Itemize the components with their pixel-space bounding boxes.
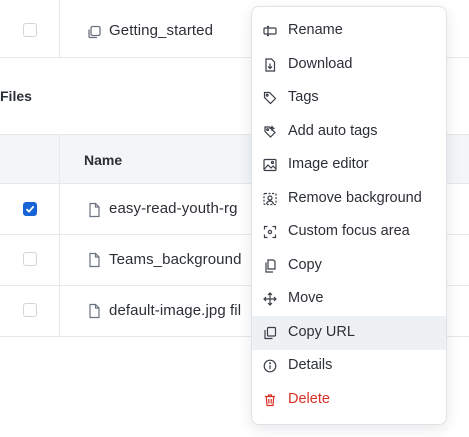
menu-item-image-editor[interactable]: Image editor <box>252 148 446 182</box>
menu-item-label: Rename <box>288 22 343 38</box>
file-icon <box>86 202 102 218</box>
file-icon <box>86 252 102 268</box>
download-icon <box>263 58 277 72</box>
trash-icon <box>263 393 277 407</box>
row-checkbox-checked[interactable] <box>23 202 37 216</box>
menu-item-label: Copy URL <box>288 324 355 340</box>
menu-item-label: Tags <box>288 89 319 105</box>
menu-item-add-auto-tags[interactable]: Add auto tags <box>252 115 446 149</box>
menu-item-copy-url[interactable]: Copy URL <box>252 316 446 350</box>
row-check-cell <box>0 235 60 285</box>
menu-item-move[interactable]: Move <box>252 282 446 316</box>
header-check-cell <box>0 135 60 185</box>
row-check-cell <box>0 286 60 336</box>
menu-item-download[interactable]: Download <box>252 48 446 82</box>
menu-item-label: Copy <box>288 257 322 273</box>
row-checkbox[interactable] <box>23 303 37 317</box>
info-icon <box>263 359 277 373</box>
menu-item-custom-focus-area[interactable]: Custom focus area <box>252 215 446 249</box>
menu-item-copy[interactable]: Copy <box>252 249 446 283</box>
folder-copy-icon <box>86 24 102 40</box>
menu-item-remove-background[interactable]: Remove background <box>252 182 446 216</box>
menu-item-label: Details <box>288 357 333 373</box>
menu-item-details[interactable]: Details <box>252 349 446 383</box>
tag-icon <box>263 91 277 105</box>
image-icon <box>263 158 277 172</box>
menu-item-label: Delete <box>288 391 330 407</box>
context-menu: Rename Download Tags Add auto tags Image… <box>251 6 447 425</box>
folder-checkbox[interactable] <box>23 23 37 37</box>
remove-background-icon <box>263 192 277 206</box>
move-icon <box>263 292 277 306</box>
auto-tag-icon <box>263 125 277 139</box>
menu-item-tags[interactable]: Tags <box>252 81 446 115</box>
folder-name[interactable]: Getting_started <box>109 22 213 39</box>
file-manager-view: Getting_started Files Name easy-read-you… <box>0 0 469 437</box>
menu-item-label: Custom focus area <box>288 223 410 239</box>
menu-item-delete[interactable]: Delete <box>252 383 446 417</box>
menu-item-label: Image editor <box>288 156 369 172</box>
file-name[interactable]: easy-read-youth-rg <box>109 200 238 217</box>
file-icon <box>86 303 102 319</box>
focus-area-icon <box>263 225 277 239</box>
file-name[interactable]: Teams_background <box>109 251 242 268</box>
copy-icon <box>263 259 277 273</box>
copy-url-icon <box>263 326 277 340</box>
menu-item-label: Move <box>288 290 324 306</box>
folder-check-cell <box>0 0 60 58</box>
menu-item-label: Remove background <box>288 190 422 206</box>
menu-item-label: Add auto tags <box>288 123 378 139</box>
rename-icon <box>263 24 277 38</box>
name-column-header[interactable]: Name <box>84 152 122 168</box>
file-name[interactable]: default-image.jpg fil <box>109 302 241 319</box>
menu-item-rename[interactable]: Rename <box>252 14 446 48</box>
files-section-title: Files <box>0 88 32 104</box>
menu-item-label: Download <box>288 56 353 72</box>
row-check-cell <box>0 184 60 234</box>
row-checkbox[interactable] <box>23 252 37 266</box>
